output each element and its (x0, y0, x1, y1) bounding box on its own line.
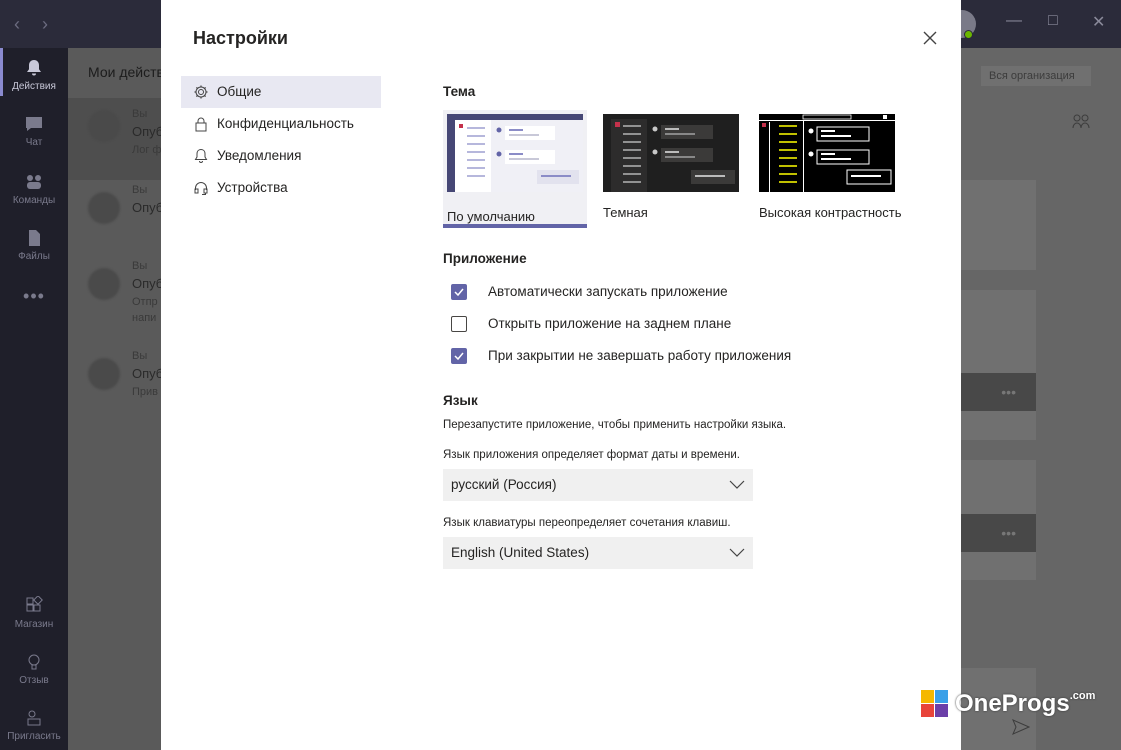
checkbox[interactable] (451, 348, 467, 364)
activity-feed: Мои действия Вы Опуб Лог ф Вы Опуб Вы Оп… (68, 48, 179, 750)
rail-item-teams[interactable]: Команды (0, 172, 68, 206)
avatar (88, 110, 120, 142)
nav-item-label: Общие (217, 84, 262, 99)
theme-label: Темная (603, 205, 648, 220)
window-close-icon[interactable]: ✕ (1092, 12, 1105, 32)
app-heading: Приложение (443, 251, 527, 266)
nav-item-privacy[interactable]: Конфиденциальность (181, 108, 381, 140)
keyboard-language-value: English (United States) (451, 545, 590, 560)
feed-item[interactable]: Вы Опуб Отпр напи (68, 256, 163, 338)
theme-option-high-contrast[interactable]: Высокая контрастность (759, 110, 903, 220)
theme-selected-indicator (443, 224, 587, 228)
keyboard-language-select[interactable]: English (United States) (443, 537, 753, 569)
language-heading: Язык (443, 393, 478, 408)
checkbox[interactable] (451, 284, 467, 300)
more-apps-icon[interactable]: ••• (0, 286, 68, 307)
store-icon (26, 596, 43, 612)
file-icon (29, 230, 40, 246)
nav-item-label: Конфиденциальность (217, 116, 354, 131)
restart-note: Перезапустите приложение, чтобы применит… (443, 419, 787, 431)
nav-item-label: Уведомления (217, 148, 302, 163)
people-icon[interactable] (1072, 112, 1090, 130)
bulb-icon (28, 654, 40, 670)
theme-heading: Тема (443, 84, 476, 99)
gear-icon (194, 85, 208, 99)
forward-icon[interactable]: › (42, 14, 48, 35)
avatar (88, 268, 120, 300)
theme-preview-default (447, 114, 583, 192)
nav-item-general[interactable]: Общие (181, 76, 381, 108)
chevron-down-icon (729, 480, 745, 489)
app-language-note: Язык приложения определяет формат даты и… (443, 449, 740, 461)
avatar (88, 192, 120, 224)
close-icon[interactable] (919, 27, 941, 49)
checkbox[interactable] (451, 316, 467, 332)
keyboard-language-note: Язык клавиатуры переопределяет сочетания… (443, 517, 731, 529)
dialog-title: Настройки (193, 28, 288, 48)
more-options-icon[interactable]: ••• (961, 514, 1036, 552)
bg-card (961, 180, 1036, 270)
theme-option-default[interactable]: По умолчанию (443, 110, 587, 228)
app-rail: Действия Чат Команды Файлы ••• Магазин О… (0, 48, 68, 750)
bg-card (961, 290, 1036, 440)
rail-item-activity[interactable]: Действия (0, 48, 68, 96)
more-options-icon[interactable]: ••• (961, 373, 1036, 411)
org-filter-button[interactable]: Вся организация (981, 66, 1091, 86)
feed-item[interactable]: Вы Опуб Лог ф (68, 98, 163, 180)
theme-option-dark[interactable]: Темная (603, 110, 747, 220)
theme-preview-dark (603, 114, 739, 192)
rail-item-feedback[interactable]: Отзыв (0, 652, 68, 686)
presence-status-icon (964, 30, 973, 39)
invite-icon (27, 710, 41, 726)
lock-icon (195, 117, 207, 132)
feed-item[interactable]: Вы Опуб (68, 180, 163, 262)
nav-item-devices[interactable]: Устройства (181, 172, 381, 204)
app-language-value: русский (Россия) (451, 477, 557, 492)
checkmark-icon (454, 288, 464, 297)
auto-start-checkbox[interactable]: Автоматически запускать приложение (451, 283, 871, 303)
avatar (88, 358, 120, 390)
checkmark-icon (454, 352, 464, 361)
minimize-icon[interactable]: — (1006, 12, 1022, 30)
app-language-select[interactable]: русский (Россия) (443, 469, 753, 501)
chat-icon (26, 117, 42, 131)
rail-item-store[interactable]: Магазин (0, 596, 68, 630)
rail-item-invite[interactable]: Пригласить (0, 708, 68, 742)
keep-running-on-close-checkbox[interactable]: При закрытии не завершать работу приложе… (451, 347, 871, 367)
settings-dialog: Настройки Общие Конфиденциальность Уведо… (161, 0, 961, 750)
chevron-down-icon (729, 548, 745, 557)
open-in-background-checkbox[interactable]: Открыть приложение на заднем плане (451, 315, 871, 335)
rail-item-files[interactable]: Файлы (0, 228, 68, 262)
theme-preview-high-contrast (759, 114, 895, 192)
headset-icon (194, 182, 208, 195)
bell-icon (194, 148, 208, 163)
theme-label: По умолчанию (447, 209, 535, 224)
maximize-icon[interactable]: □ (1048, 12, 1058, 30)
back-icon[interactable]: ‹ (14, 14, 20, 35)
teams-icon (27, 175, 41, 189)
send-icon[interactable] (1012, 718, 1030, 736)
rail-item-chat[interactable]: Чат (0, 114, 68, 148)
theme-label: Высокая контрастность (759, 205, 902, 220)
watermark-text: OneProgs.com (955, 690, 1096, 717)
settings-nav: Общие Конфиденциальность Уведомления Уст… (181, 76, 381, 204)
nav-item-notifications[interactable]: Уведомления (181, 140, 381, 172)
bell-icon (27, 60, 41, 76)
watermark-logo-icon (921, 690, 949, 718)
feed-item[interactable]: Вы Опуб Прив (68, 346, 163, 428)
nav-item-label: Устройства (217, 180, 288, 195)
